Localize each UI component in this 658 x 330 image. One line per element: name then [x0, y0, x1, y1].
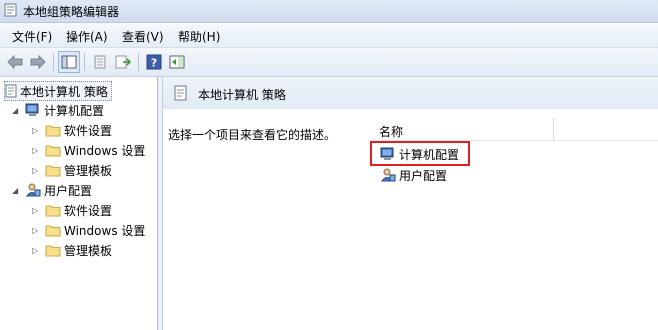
collapse-arrow-icon[interactable]: ◢ — [12, 106, 18, 115]
list-item-label: 用户配置 — [399, 168, 448, 183]
column-header-name[interactable]: 名称 — [379, 123, 403, 140]
title-bar: 本地组策略编辑器 — [0, 0, 658, 23]
policy-editor-icon — [4, 3, 17, 17]
detail-header: 本地计算机 策略 — [163, 77, 658, 109]
toolbar-separator — [84, 53, 85, 71]
tree-node-label: 用户配置 — [44, 183, 93, 198]
detail-title: 本地计算机 策略 — [198, 88, 286, 102]
detail-pane: 本地计算机 策略 选择一个项目来查看它的描述。 名称 计算机配置 用户配置 — [163, 77, 658, 330]
list-tab-shape — [363, 111, 658, 131]
menu-view[interactable]: 查看(V) — [120, 28, 166, 45]
expand-arrow-icon[interactable]: ▷ — [32, 146, 38, 155]
toolbar-separator — [53, 53, 54, 71]
menu-help[interactable]: 帮助(H) — [176, 28, 222, 45]
list-item-user-config[interactable]: 用户配置 — [380, 166, 447, 184]
export-list-button[interactable] — [112, 51, 134, 73]
folder-icon — [45, 125, 61, 136]
console-tree: 本地计算机 策略 ◢ 计算机配置 ▷ 软件设置 ▷ Windows 设置 ▷ 管… — [0, 77, 158, 330]
help-icon: ? — [146, 54, 162, 70]
window-title: 本地组策略编辑器 — [23, 5, 120, 19]
tree-node-label: 本地计算机 策略 — [20, 84, 108, 99]
menu-action[interactable]: 操作(A) — [64, 28, 110, 45]
tree-node-label: 软件设置 — [64, 123, 113, 138]
properties-button[interactable] — [89, 51, 111, 73]
folder-icon — [45, 145, 61, 156]
back-arrow-icon — [7, 55, 23, 69]
forward-arrow-icon — [30, 55, 46, 69]
column-separator[interactable] — [553, 118, 554, 140]
folder-icon — [45, 245, 61, 256]
tree-node-root[interactable]: 本地计算机 策略 — [4, 81, 112, 101]
tree-node-label: Windows 设置 — [64, 143, 146, 158]
description-text: 选择一个项目来查看它的描述。 — [168, 128, 337, 142]
help-button[interactable]: ? — [143, 51, 165, 73]
action-pane-icon — [169, 55, 185, 69]
tree-node-admin-templates[interactable]: 管理模板 — [45, 241, 112, 259]
svg-text:?: ? — [151, 57, 157, 70]
highlight-box — [370, 141, 470, 166]
tree-node-label: 管理模板 — [64, 243, 113, 258]
computer-icon — [25, 103, 39, 116]
user-icon — [381, 168, 396, 182]
tree-node-user-config[interactable]: 用户配置 — [25, 181, 92, 199]
expand-arrow-icon[interactable]: ▷ — [32, 166, 38, 175]
tree-node-windows-settings[interactable]: Windows 设置 — [45, 221, 145, 239]
expand-arrow-icon[interactable]: ▷ — [32, 126, 38, 135]
tree-node-label: Windows 设置 — [64, 223, 146, 238]
menu-file[interactable]: 文件(F) — [10, 28, 54, 45]
show-hide-tree-icon — [61, 55, 77, 69]
folder-icon — [45, 225, 61, 236]
tree-node-label: 软件设置 — [64, 203, 113, 218]
tree-node-label: 计算机配置 — [44, 103, 105, 118]
properties-icon — [94, 55, 106, 69]
show-hide-tree-button[interactable] — [58, 51, 80, 73]
tree-node-label: 管理模板 — [64, 163, 113, 178]
forward-button[interactable] — [27, 51, 49, 73]
policy-document-icon — [5, 84, 17, 98]
expand-arrow-icon[interactable]: ▷ — [32, 226, 38, 235]
tree-node-software-settings[interactable]: 软件设置 — [45, 201, 112, 219]
back-button[interactable] — [4, 51, 26, 73]
expand-arrow-icon[interactable]: ▷ — [32, 206, 38, 215]
folder-icon — [45, 165, 61, 176]
tree-node-software-settings[interactable]: 软件设置 — [45, 121, 112, 139]
expand-arrow-icon[interactable]: ▷ — [32, 246, 38, 255]
policy-document-icon — [174, 85, 187, 101]
collapse-arrow-icon[interactable]: ◢ — [12, 186, 18, 195]
user-icon — [26, 183, 41, 197]
toolbar-separator — [138, 53, 139, 71]
tree-node-admin-templates[interactable]: 管理模板 — [45, 161, 112, 179]
tree-node-windows-settings[interactable]: Windows 设置 — [45, 141, 145, 159]
toolbar: ? — [0, 48, 658, 77]
folder-icon — [45, 205, 61, 216]
action-pane-button[interactable] — [166, 51, 188, 73]
export-list-icon — [115, 55, 131, 69]
menu-bar: 文件(F) 操作(A) 查看(V) 帮助(H) — [0, 23, 658, 48]
tree-node-computer-config[interactable]: 计算机配置 — [25, 101, 104, 119]
